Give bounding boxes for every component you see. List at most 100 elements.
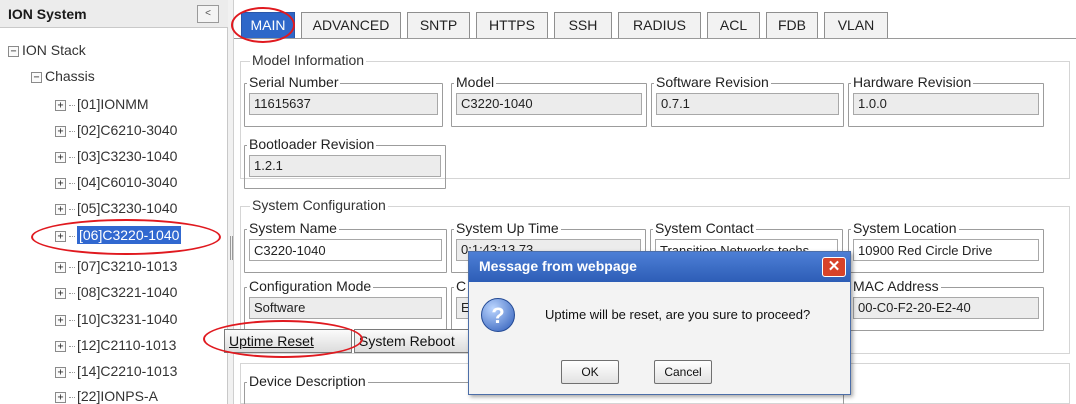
model-information-title: Model Information	[250, 52, 367, 68]
tree-item-label: [06]C3220-1040	[77, 226, 182, 244]
expand-icon[interactable]: +	[55, 177, 66, 189]
collapse-icon[interactable]: −	[8, 45, 19, 57]
hardware-revision-label: Hardware Revision	[851, 74, 974, 90]
system-location-label: System Location	[851, 220, 959, 236]
tree-item[interactable]: + [22]IONPS-A	[55, 385, 158, 404]
bootloader-revision-label: Bootloader Revision	[247, 136, 377, 152]
tree-item[interactable]: + [12]C2110-1013	[55, 334, 176, 356]
expand-icon[interactable]: +	[55, 314, 66, 326]
tree-item-selected[interactable]: + [06]C3220-1040	[55, 224, 182, 246]
expand-icon[interactable]: +	[55, 340, 66, 352]
hardware-revision-field: Hardware Revision 1.0.0	[848, 74, 1044, 127]
model-value: C3220-1040	[456, 93, 642, 115]
tab-radius[interactable]: RADIUS	[618, 12, 701, 38]
tree-node-label: ION Stack	[22, 42, 86, 58]
serial-number-value: 11615637	[249, 93, 438, 115]
model-label: Model	[454, 74, 497, 90]
dialog-title: Message from webpage	[479, 258, 637, 274]
tree-item[interactable]: + [02]C6210-3040	[55, 119, 177, 141]
tree-header: ION System <	[0, 0, 228, 28]
system-reboot-button[interactable]: System Reboot	[354, 329, 470, 353]
tree-item-label: [01]IONMM	[77, 96, 149, 112]
system-location-field: System Location	[848, 220, 1044, 273]
expand-icon[interactable]: +	[55, 366, 66, 378]
expand-icon[interactable]: +	[55, 151, 66, 163]
model-field: Model C3220-1040	[451, 74, 647, 127]
serial-number-field: Serial Number 11615637	[244, 74, 443, 127]
tree-item-label: [08]C3221-1040	[77, 284, 178, 300]
tree-item-label: [14]C2210-1013	[77, 363, 178, 379]
tree-panel: ION System < − ION Stack − Chassis + [01]IO…	[0, 0, 228, 404]
system-configuration-title: System Configuration	[250, 197, 388, 213]
software-revision-value: 0.7.1	[656, 93, 839, 115]
configuration-mode-value: Software	[249, 297, 442, 319]
software-revision-field: Software Revision 0.7.1	[651, 74, 844, 127]
expand-icon[interactable]: +	[55, 203, 66, 215]
system-name-label: System Name	[247, 220, 339, 236]
ok-button[interactable]: OK	[561, 360, 619, 384]
dialog-body: ? Uptime will be reset, are you sure to …	[469, 282, 850, 394]
cancel-button[interactable]: Cancel	[654, 360, 712, 384]
tab-acl[interactable]: ACL	[707, 12, 760, 38]
tree-item[interactable]: + [03]C3230-1040	[55, 145, 177, 167]
expand-icon[interactable]: +	[55, 125, 66, 137]
tree-title: ION System	[8, 6, 87, 22]
expand-icon[interactable]: +	[55, 230, 66, 242]
dialog-message: Uptime will be reset, are you sure to pr…	[545, 307, 811, 322]
tab-https[interactable]: HTTPS	[476, 12, 548, 38]
uptime-reset-button[interactable]: Uptime Reset	[224, 329, 352, 353]
tree-item-label: [07]C3210-1013	[77, 258, 178, 274]
tree-item-label: [05]C3230-1040	[77, 200, 178, 216]
tree-item[interactable]: + [01]IONMM	[55, 93, 149, 115]
tree-item-label: [22]IONPS-A	[77, 388, 158, 404]
tree-item-label: [10]C3231-1040	[77, 311, 178, 327]
mac-address-field: MAC Address 00-C0-F2-20-E2-40	[848, 278, 1044, 331]
tab-fdb[interactable]: FDB	[766, 12, 818, 38]
tree-node-chassis[interactable]: − Chassis	[31, 65, 95, 87]
system-contact-label: System Contact	[653, 220, 756, 236]
expand-icon[interactable]: +	[55, 391, 66, 403]
expand-icon[interactable]: +	[55, 99, 66, 111]
device-description-label: Device Description	[247, 373, 368, 389]
system-location-input[interactable]	[853, 239, 1039, 261]
tab-vlan[interactable]: VLAN	[824, 12, 888, 38]
tree-item-label: [04]C6010-3040	[77, 174, 178, 190]
tab-ssh[interactable]: SSH	[554, 12, 612, 38]
dialog-titlebar[interactable]: Message from webpage ✕	[469, 252, 850, 282]
tree-item-label: [03]C3230-1040	[77, 148, 178, 164]
bootloader-revision-field: Bootloader Revision 1.2.1	[244, 136, 446, 189]
close-icon[interactable]: ✕	[822, 257, 846, 277]
software-revision-label: Software Revision	[654, 74, 771, 90]
tree-item[interactable]: + [05]C3230-1040	[55, 197, 177, 219]
expand-icon[interactable]: +	[55, 261, 66, 273]
mac-address-label: MAC Address	[851, 278, 941, 294]
tree-item[interactable]: + [08]C3221-1040	[55, 281, 177, 303]
system-up-time-label: System Up Time	[454, 220, 561, 236]
tree-item[interactable]: + [10]C3231-1040	[55, 308, 177, 330]
configuration-mode-label: Configuration Mode	[247, 278, 374, 294]
tab-main[interactable]: MAIN	[241, 12, 295, 38]
tab-advanced[interactable]: ADVANCED	[301, 12, 401, 38]
tree-item-label: [12]C2110-1013	[77, 337, 177, 353]
configuration-mode-field: Configuration Mode Software	[244, 278, 447, 331]
splitter-grip-icon[interactable]	[230, 236, 233, 260]
partial-config-label: C	[454, 278, 469, 294]
tab-sntp[interactable]: SNTP	[407, 12, 470, 38]
collapse-icon[interactable]: −	[31, 71, 42, 83]
tree-node-ion-stack[interactable]: − ION Stack	[8, 39, 86, 61]
tree-item-label: [02]C6210-3040	[77, 122, 178, 138]
collapse-panel-button[interactable]: <	[197, 5, 219, 23]
system-name-input[interactable]	[249, 239, 442, 261]
tree-item[interactable]: + [04]C6010-3040	[55, 171, 177, 193]
tree-item[interactable]: + [14]C2210-1013	[55, 360, 177, 382]
mac-address-value: 00-C0-F2-20-E2-40	[853, 297, 1039, 319]
tree-node-label: Chassis	[45, 68, 95, 84]
tree-item[interactable]: + [07]C3210-1013	[55, 255, 177, 277]
bootloader-revision-value: 1.2.1	[249, 155, 441, 177]
system-name-field: System Name	[244, 220, 447, 273]
question-icon: ?	[481, 298, 515, 332]
serial-number-label: Serial Number	[247, 74, 341, 90]
hardware-revision-value: 1.0.0	[853, 93, 1039, 115]
message-dialog: Message from webpage ✕ ? Uptime will be …	[468, 251, 851, 395]
expand-icon[interactable]: +	[55, 287, 66, 299]
